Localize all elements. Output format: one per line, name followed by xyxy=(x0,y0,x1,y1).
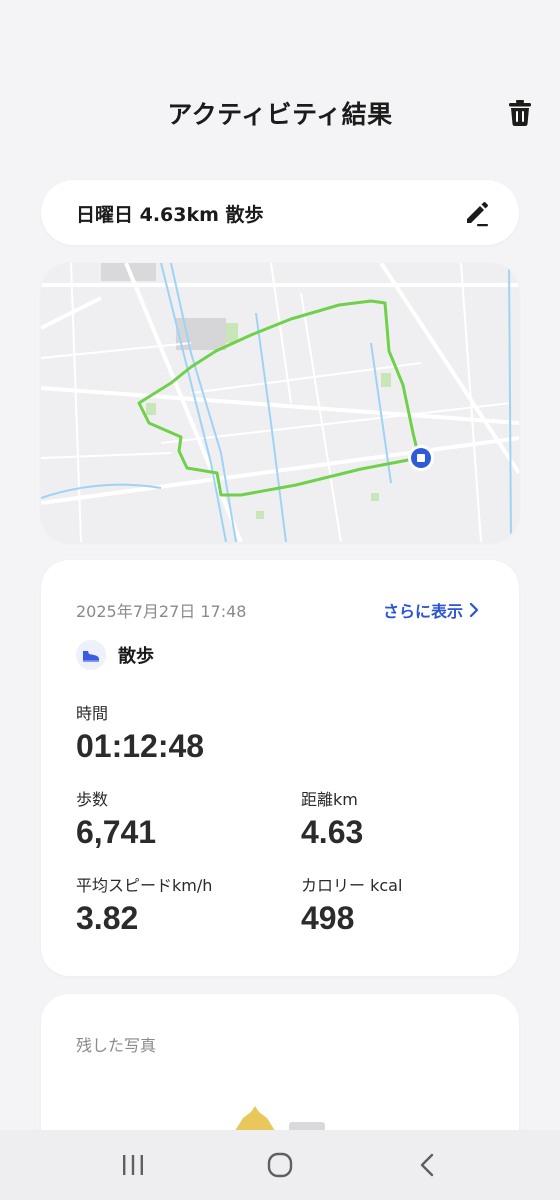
edit-title-button[interactable] xyxy=(463,199,491,227)
speed-value: 3.82 xyxy=(76,900,139,936)
trash-icon xyxy=(509,100,531,126)
shoe-icon xyxy=(83,651,99,662)
duration-label: 時間 xyxy=(76,704,109,723)
app-header: アクティビティ結果 xyxy=(0,88,560,138)
calories-value: 498 xyxy=(301,900,355,936)
recent-apps-button[interactable] xyxy=(113,1145,153,1185)
speed-stat: 平均スピードkm/h 3.82 xyxy=(76,872,212,937)
home-icon xyxy=(267,1152,293,1178)
recent-apps-icon xyxy=(123,1155,144,1175)
steps-label: 歩数 xyxy=(76,790,109,809)
activity-icon-badge xyxy=(76,640,106,670)
activity-type-row: 散歩 xyxy=(76,640,154,670)
map-park xyxy=(381,373,391,387)
duration-stat: 時間 01:12:48 xyxy=(76,700,204,765)
back-icon xyxy=(420,1153,433,1177)
distance-value: 4.63 xyxy=(301,814,364,850)
activity-title-card: 日曜日 4.63km 散歩 xyxy=(41,180,519,245)
route-map[interactable] xyxy=(41,263,519,542)
map-park xyxy=(256,511,264,519)
map-park xyxy=(371,493,379,501)
speed-label: 平均スピードkm/h xyxy=(76,876,213,895)
delete-button[interactable] xyxy=(504,97,536,129)
duration-value: 01:12:48 xyxy=(76,728,205,764)
home-button[interactable] xyxy=(260,1145,300,1185)
activity-type-label: 散歩 xyxy=(118,646,154,667)
map-park xyxy=(146,403,156,415)
photos-label: 残した写真 xyxy=(76,1036,157,1055)
activity-title: 日曜日 4.63km 散歩 xyxy=(76,204,264,226)
back-button[interactable] xyxy=(407,1145,447,1185)
pencil-icon xyxy=(467,202,488,227)
activity-details-card: 2025年7月27日 17:48 さらに表示 散歩 時間 01:12:48 歩数… xyxy=(41,560,519,976)
show-more-label: さらに表示 xyxy=(382,602,463,621)
map-park xyxy=(226,323,238,343)
steps-value: 6,741 xyxy=(76,814,157,850)
current-location-icon xyxy=(408,445,434,471)
system-navigation-bar xyxy=(0,1130,560,1200)
show-more-link[interactable]: さらに表示 xyxy=(383,598,479,622)
map-canvas xyxy=(41,263,519,542)
chevron-right-icon xyxy=(469,603,479,617)
activity-datetime: 2025年7月27日 17:48 xyxy=(76,602,247,621)
calories-label: カロリー kcal xyxy=(301,876,403,895)
calories-stat: カロリー kcal 498 xyxy=(301,872,402,937)
page-title: アクティビティ結果 xyxy=(167,100,393,129)
steps-stat: 歩数 6,741 xyxy=(76,786,156,851)
distance-label: 距離km xyxy=(301,790,358,809)
distance-stat: 距離km 4.63 xyxy=(301,786,363,851)
